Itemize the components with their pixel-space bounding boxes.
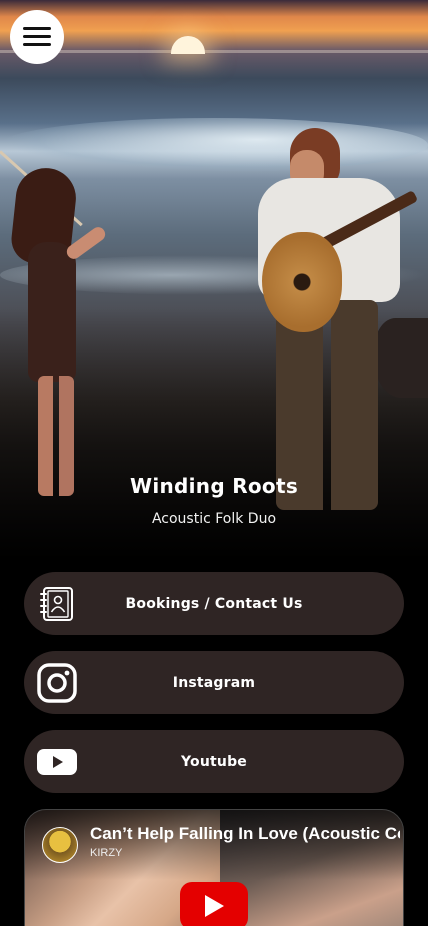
violinist-dress [28,242,76,382]
ocean-wave [0,118,428,172]
band-tagline: Acoustic Folk Duo [151,511,277,527]
youtube-button[interactable]: Youtube [24,730,404,793]
youtube-label: Youtube [180,753,247,770]
horizon [0,50,428,53]
video-title-overlay [25,810,403,880]
beach-rock [374,318,428,398]
contact-book-icon [36,583,78,625]
youtube-play-icon [205,895,224,917]
youtube-icon [36,741,78,783]
youtube-video-embed[interactable]: Can’t Help Falling In Love (Acoustic Cov… [24,809,404,926]
bookings-contact-label: Bookings / Contact Us [125,595,303,612]
video-channel-name[interactable]: KIRZY [90,847,122,859]
sunset-sun [171,36,205,54]
acoustic-guitar [262,232,342,332]
instagram-label: Instagram [172,674,256,691]
bookings-contact-button[interactable]: Bookings / Contact Us [24,572,404,635]
youtube-play-button[interactable] [180,882,248,926]
video-title[interactable]: Can’t Help Falling In Love (Acoustic Cov… [90,824,400,844]
band-name: Winding Roots [129,474,299,498]
channel-avatar[interactable] [42,827,78,863]
instagram-icon [36,662,78,704]
instagram-button[interactable]: Instagram [24,651,404,714]
hamburger-menu-icon [23,27,51,47]
menu-button[interactable] [10,10,64,64]
